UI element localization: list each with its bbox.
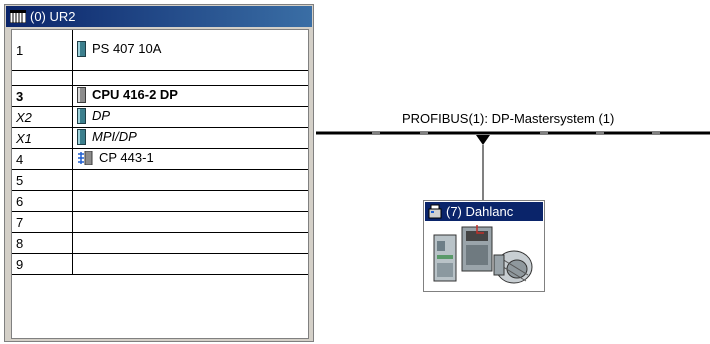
table-row xyxy=(12,70,308,86)
table-row[interactable]: 9 xyxy=(12,253,308,275)
dp-slave-box[interactable]: (7) Dahlanc xyxy=(423,200,545,292)
module-cell[interactable] xyxy=(72,253,308,275)
module-icon xyxy=(77,86,86,103)
table-row[interactable]: X1 MPI/DP xyxy=(12,127,308,149)
table-row[interactable]: 6 xyxy=(12,190,308,212)
slot-number: 9 xyxy=(12,253,73,275)
table-row[interactable]: 7 xyxy=(12,211,308,233)
slot-number: 3 xyxy=(12,85,73,107)
network-cp-icon xyxy=(78,150,93,165)
slot-number: X1 xyxy=(12,127,73,149)
table-row[interactable]: 4 CP 443-1 xyxy=(12,148,308,170)
rack-title-bar[interactable]: (0) UR2 xyxy=(6,6,312,27)
module-icon xyxy=(77,107,86,124)
bus-label: PROFIBUS(1): DP-Mastersystem (1) xyxy=(402,111,615,126)
module-cell[interactable] xyxy=(72,232,308,254)
slot-number: 5 xyxy=(12,169,73,191)
table-row[interactable]: 5 xyxy=(12,169,308,191)
slave-title-bar[interactable]: (7) Dahlanc xyxy=(425,202,543,221)
table-row[interactable]: 8 xyxy=(12,232,308,254)
module-cell[interactable]: PS 407 10A xyxy=(72,30,308,71)
slot-number: 7 xyxy=(12,211,73,233)
module-name: CPU 416-2 DP xyxy=(92,87,178,102)
drive-motor-icon xyxy=(433,225,533,284)
rack-grid-icon xyxy=(10,10,26,23)
slave-title: (7) Dahlanc xyxy=(446,204,514,219)
module-cell[interactable] xyxy=(72,169,308,191)
table-row[interactable]: 3 CPU 416-2 DP xyxy=(12,85,308,107)
module-cell[interactable] xyxy=(72,211,308,233)
module-cell[interactable]: CP 443-1 xyxy=(72,148,308,170)
table-row[interactable]: X2 DP xyxy=(12,106,308,128)
rack-window[interactable]: (0) UR2 1 PS 407 10A 3 CPU 416-2 DP X2 D… xyxy=(4,4,314,342)
module-cell[interactable]: CPU 416-2 DP xyxy=(72,85,308,107)
module-name: MPI/DP xyxy=(92,129,137,144)
slot-number: 1 xyxy=(12,30,73,71)
module-name: PS 407 10A xyxy=(92,41,162,56)
rack-slot-table: 1 PS 407 10A 3 CPU 416-2 DP X2 DP X1 MPI… xyxy=(11,29,309,339)
module-icon xyxy=(77,128,86,145)
module-icon xyxy=(77,40,86,57)
module-name: DP xyxy=(92,108,111,123)
slot-number: 4 xyxy=(12,148,73,170)
slot-number xyxy=(12,70,73,86)
dp-slave-icon xyxy=(428,204,442,219)
module-cell[interactable]: DP xyxy=(72,106,308,128)
table-row[interactable]: 1 PS 407 10A xyxy=(12,30,308,71)
module-cell[interactable]: MPI/DP xyxy=(72,127,308,149)
slot-number: X2 xyxy=(12,106,73,128)
slot-number: 8 xyxy=(12,232,73,254)
slot-number: 6 xyxy=(12,190,73,212)
module-name: CP 443-1 xyxy=(99,150,154,166)
rack-title: (0) UR2 xyxy=(30,9,76,24)
module-cell[interactable] xyxy=(72,190,308,212)
module-cell xyxy=(72,70,308,86)
